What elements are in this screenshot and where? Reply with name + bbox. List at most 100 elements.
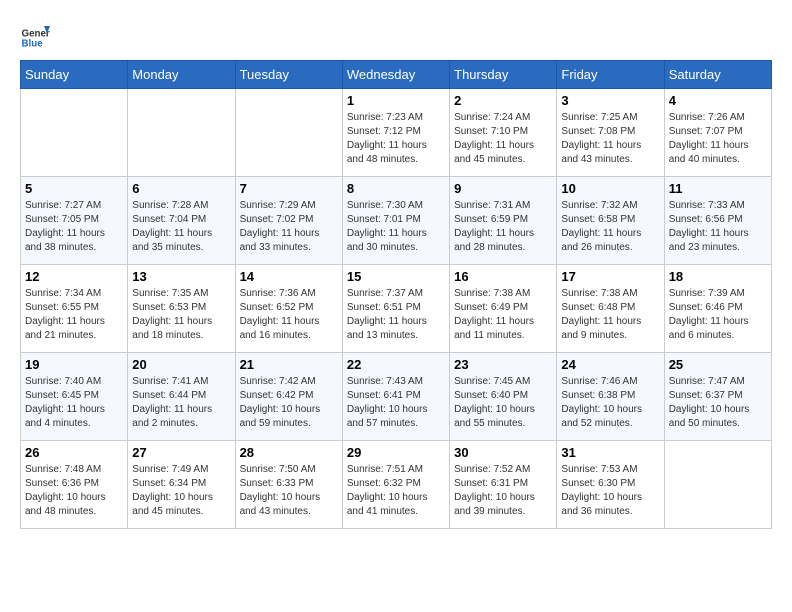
day-number: 29 bbox=[347, 445, 445, 460]
day-number: 16 bbox=[454, 269, 552, 284]
day-info: Sunrise: 7:39 AM Sunset: 6:46 PM Dayligh… bbox=[669, 287, 767, 343]
logo: General Blue bbox=[20, 20, 54, 50]
day-cell: 9 Sunrise: 7:31 AM Sunset: 6:59 PM Daylig… bbox=[450, 177, 557, 265]
svg-text:Blue: Blue bbox=[22, 38, 44, 49]
day-number: 22 bbox=[347, 357, 445, 372]
day-info: Sunrise: 7:34 AM Sunset: 6:55 PM Dayligh… bbox=[25, 287, 123, 343]
day-number: 11 bbox=[669, 181, 767, 196]
week-row-5: 26 Sunrise: 7:48 AM Sunset: 6:36 PM Dayli… bbox=[21, 441, 772, 529]
day-info: Sunrise: 7:50 AM Sunset: 6:33 PM Dayligh… bbox=[240, 463, 338, 519]
day-cell: 14 Sunrise: 7:36 AM Sunset: 6:52 PM Dayli… bbox=[235, 265, 342, 353]
day-info: Sunrise: 7:46 AM Sunset: 6:38 PM Dayligh… bbox=[561, 375, 659, 431]
day-cell: 13 Sunrise: 7:35 AM Sunset: 6:53 PM Dayli… bbox=[128, 265, 235, 353]
day-info: Sunrise: 7:36 AM Sunset: 6:52 PM Dayligh… bbox=[240, 287, 338, 343]
day-info: Sunrise: 7:47 AM Sunset: 6:37 PM Dayligh… bbox=[669, 375, 767, 431]
day-info: Sunrise: 7:32 AM Sunset: 6:58 PM Dayligh… bbox=[561, 199, 659, 255]
day-info: Sunrise: 7:43 AM Sunset: 6:41 PM Dayligh… bbox=[347, 375, 445, 431]
day-cell: 5 Sunrise: 7:27 AM Sunset: 7:05 PM Daylig… bbox=[21, 177, 128, 265]
day-number: 7 bbox=[240, 181, 338, 196]
day-number: 1 bbox=[347, 93, 445, 108]
day-info: Sunrise: 7:27 AM Sunset: 7:05 PM Dayligh… bbox=[25, 199, 123, 255]
week-row-2: 5 Sunrise: 7:27 AM Sunset: 7:05 PM Daylig… bbox=[21, 177, 772, 265]
day-number: 4 bbox=[669, 93, 767, 108]
calendar-body: 1Sunrise: 7:23 AM Sunset: 7:12 PM Daylig… bbox=[21, 89, 772, 529]
day-cell bbox=[21, 89, 128, 177]
day-number: 25 bbox=[669, 357, 767, 372]
day-info: Sunrise: 7:49 AM Sunset: 6:34 PM Dayligh… bbox=[132, 463, 230, 519]
day-cell: 3 Sunrise: 7:25 AM Sunset: 7:08 PM Daylig… bbox=[557, 89, 664, 177]
day-info: Sunrise: 7:30 AM Sunset: 7:01 PM Dayligh… bbox=[347, 199, 445, 255]
day-cell: 23Sunrise: 7:45 AM Sunset: 6:40 PM Dayli… bbox=[450, 353, 557, 441]
day-info: Sunrise: 7:35 AM Sunset: 6:53 PM Dayligh… bbox=[132, 287, 230, 343]
day-cell: 2Sunrise: 7:24 AM Sunset: 7:10 PM Daylig… bbox=[450, 89, 557, 177]
header-cell-monday: Monday bbox=[128, 61, 235, 89]
day-cell: 21Sunrise: 7:42 AM Sunset: 6:42 PM Dayli… bbox=[235, 353, 342, 441]
day-number: 24 bbox=[561, 357, 659, 372]
day-info: Sunrise: 7:28 AM Sunset: 7:04 PM Dayligh… bbox=[132, 199, 230, 255]
day-cell: 30Sunrise: 7:52 AM Sunset: 6:31 PM Dayli… bbox=[450, 441, 557, 529]
day-number: 30 bbox=[454, 445, 552, 460]
week-row-3: 12 Sunrise: 7:34 AM Sunset: 6:55 PM Dayli… bbox=[21, 265, 772, 353]
calendar-table: SundayMondayTuesdayWednesdayThursdayFrid… bbox=[20, 60, 772, 529]
logo-icon: General Blue bbox=[20, 20, 50, 50]
day-info: Sunrise: 7:51 AM Sunset: 6:32 PM Dayligh… bbox=[347, 463, 445, 519]
day-info: Sunrise: 7:38 AM Sunset: 6:49 PM Dayligh… bbox=[454, 287, 552, 343]
day-info: Sunrise: 7:37 AM Sunset: 6:51 PM Dayligh… bbox=[347, 287, 445, 343]
day-info: Sunrise: 7:41 AM Sunset: 6:44 PM Dayligh… bbox=[132, 375, 230, 431]
day-cell bbox=[235, 89, 342, 177]
day-number: 9 bbox=[454, 181, 552, 196]
day-cell: 6 Sunrise: 7:28 AM Sunset: 7:04 PM Daylig… bbox=[128, 177, 235, 265]
day-info: Sunrise: 7:24 AM Sunset: 7:10 PM Dayligh… bbox=[454, 111, 552, 167]
day-cell: 10 Sunrise: 7:32 AM Sunset: 6:58 PM Dayli… bbox=[557, 177, 664, 265]
day-cell: 27 Sunrise: 7:49 AM Sunset: 6:34 PM Dayli… bbox=[128, 441, 235, 529]
day-number: 5 bbox=[25, 181, 123, 196]
day-number: 20 bbox=[132, 357, 230, 372]
day-cell: 7Sunrise: 7:29 AM Sunset: 7:02 PM Daylig… bbox=[235, 177, 342, 265]
day-number: 19 bbox=[25, 357, 123, 372]
day-info: Sunrise: 7:26 AM Sunset: 7:07 PM Dayligh… bbox=[669, 111, 767, 167]
day-number: 13 bbox=[132, 269, 230, 284]
day-number: 21 bbox=[240, 357, 338, 372]
day-cell: 1Sunrise: 7:23 AM Sunset: 7:12 PM Daylig… bbox=[342, 89, 449, 177]
day-info: Sunrise: 7:38 AM Sunset: 6:48 PM Dayligh… bbox=[561, 287, 659, 343]
day-cell: 29 Sunrise: 7:51 AM Sunset: 6:32 PM Dayli… bbox=[342, 441, 449, 529]
day-number: 14 bbox=[240, 269, 338, 284]
day-cell: 17 Sunrise: 7:38 AM Sunset: 6:48 PM Dayli… bbox=[557, 265, 664, 353]
day-info: Sunrise: 7:40 AM Sunset: 6:45 PM Dayligh… bbox=[25, 375, 123, 431]
day-number: 31 bbox=[561, 445, 659, 460]
day-cell: 12 Sunrise: 7:34 AM Sunset: 6:55 PM Dayli… bbox=[21, 265, 128, 353]
header-row: SundayMondayTuesdayWednesdayThursdayFrid… bbox=[21, 61, 772, 89]
header-cell-tuesday: Tuesday bbox=[235, 61, 342, 89]
day-number: 6 bbox=[132, 181, 230, 196]
day-cell: 19 Sunrise: 7:40 AM Sunset: 6:45 PM Dayli… bbox=[21, 353, 128, 441]
day-cell bbox=[664, 441, 771, 529]
day-cell: 15Sunrise: 7:37 AM Sunset: 6:51 PM Dayli… bbox=[342, 265, 449, 353]
day-cell bbox=[128, 89, 235, 177]
header-cell-friday: Friday bbox=[557, 61, 664, 89]
calendar-header: SundayMondayTuesdayWednesdayThursdayFrid… bbox=[21, 61, 772, 89]
day-cell: 11 Sunrise: 7:33 AM Sunset: 6:56 PM Dayli… bbox=[664, 177, 771, 265]
day-number: 26 bbox=[25, 445, 123, 460]
day-number: 3 bbox=[561, 93, 659, 108]
day-cell: 8Sunrise: 7:30 AM Sunset: 7:01 PM Daylig… bbox=[342, 177, 449, 265]
day-number: 10 bbox=[561, 181, 659, 196]
header-cell-sunday: Sunday bbox=[21, 61, 128, 89]
day-info: Sunrise: 7:33 AM Sunset: 6:56 PM Dayligh… bbox=[669, 199, 767, 255]
day-cell: 18Sunrise: 7:39 AM Sunset: 6:46 PM Dayli… bbox=[664, 265, 771, 353]
day-cell: 25 Sunrise: 7:47 AM Sunset: 6:37 PM Dayli… bbox=[664, 353, 771, 441]
day-info: Sunrise: 7:25 AM Sunset: 7:08 PM Dayligh… bbox=[561, 111, 659, 167]
day-cell: 22 Sunrise: 7:43 AM Sunset: 6:41 PM Dayli… bbox=[342, 353, 449, 441]
day-info: Sunrise: 7:45 AM Sunset: 6:40 PM Dayligh… bbox=[454, 375, 552, 431]
day-cell: 16 Sunrise: 7:38 AM Sunset: 6:49 PM Dayli… bbox=[450, 265, 557, 353]
day-cell: 31Sunrise: 7:53 AM Sunset: 6:30 PM Dayli… bbox=[557, 441, 664, 529]
header-cell-wednesday: Wednesday bbox=[342, 61, 449, 89]
day-number: 17 bbox=[561, 269, 659, 284]
day-number: 12 bbox=[25, 269, 123, 284]
day-number: 27 bbox=[132, 445, 230, 460]
day-info: Sunrise: 7:31 AM Sunset: 6:59 PM Dayligh… bbox=[454, 199, 552, 255]
day-info: Sunrise: 7:48 AM Sunset: 6:36 PM Dayligh… bbox=[25, 463, 123, 519]
day-cell: 24 Sunrise: 7:46 AM Sunset: 6:38 PM Dayli… bbox=[557, 353, 664, 441]
week-row-1: 1Sunrise: 7:23 AM Sunset: 7:12 PM Daylig… bbox=[21, 89, 772, 177]
day-cell: 4 Sunrise: 7:26 AM Sunset: 7:07 PM Daylig… bbox=[664, 89, 771, 177]
header-cell-saturday: Saturday bbox=[664, 61, 771, 89]
